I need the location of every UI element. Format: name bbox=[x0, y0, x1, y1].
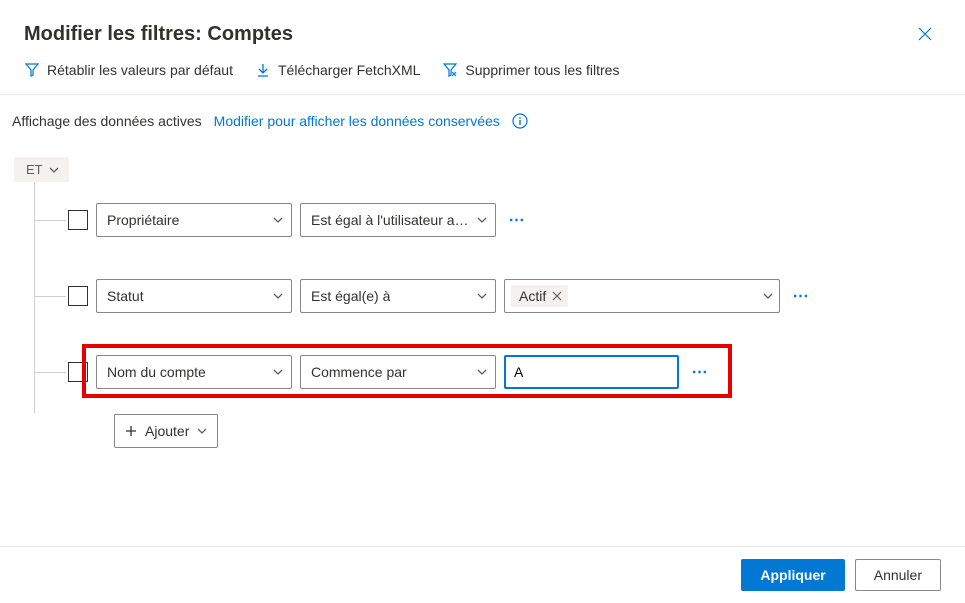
field-value: Nom du compte bbox=[107, 364, 206, 380]
tag-remove-icon[interactable] bbox=[552, 291, 562, 301]
field-dropdown[interactable]: Propriétaire bbox=[96, 203, 292, 237]
chevron-down-icon bbox=[273, 291, 283, 301]
chevron-down-icon bbox=[273, 215, 283, 225]
field-dropdown[interactable]: Statut bbox=[96, 279, 292, 313]
toolbar: Rétablir les valeurs par défaut Téléchar… bbox=[0, 62, 965, 94]
chevron-down-icon bbox=[763, 291, 773, 301]
close-button[interactable] bbox=[909, 18, 941, 50]
filter-clear-icon bbox=[442, 62, 458, 78]
chevron-down-icon bbox=[49, 165, 59, 175]
row-select-checkbox[interactable] bbox=[68, 286, 88, 306]
row-more-actions[interactable]: ⋯ bbox=[504, 207, 530, 233]
switch-retained-data-link[interactable]: Modifier pour afficher les données conse… bbox=[214, 113, 500, 129]
chevron-down-icon bbox=[477, 367, 487, 377]
add-label: Ajouter bbox=[145, 423, 189, 439]
page-title: Modifier les filtres: Comptes bbox=[24, 23, 293, 46]
value-text-input[interactable] bbox=[504, 355, 679, 389]
field-value: Statut bbox=[107, 288, 144, 304]
apply-label: Appliquer bbox=[760, 567, 825, 583]
clear-filters-button[interactable]: Supprimer tous les filtres bbox=[442, 62, 619, 78]
add-condition-button[interactable]: Ajouter bbox=[114, 414, 218, 448]
chevron-down-icon bbox=[273, 367, 283, 377]
plus-icon bbox=[125, 425, 137, 437]
data-mode-bar: Affichage des données actives Modifier p… bbox=[0, 95, 965, 135]
active-data-label: Affichage des données actives bbox=[12, 113, 202, 129]
cancel-button[interactable]: Annuler bbox=[855, 559, 941, 591]
row-select-checkbox[interactable] bbox=[68, 210, 88, 230]
dialog-footer: Appliquer Annuler bbox=[0, 546, 965, 603]
info-icon[interactable] bbox=[512, 113, 528, 129]
download-fetchxml-button[interactable]: Télécharger FetchXML bbox=[255, 62, 420, 78]
filter-row: Nom du compte Commence par ⋯ bbox=[34, 334, 953, 410]
value-tag-input[interactable]: Actif bbox=[504, 279, 780, 313]
operator-value: Est égal(e) à bbox=[311, 288, 390, 304]
reset-label: Rétablir les valeurs par défaut bbox=[47, 62, 233, 78]
tag-label: Actif bbox=[519, 288, 546, 304]
chevron-down-icon bbox=[477, 215, 487, 225]
operator-value: Commence par bbox=[311, 364, 407, 380]
download-label: Télécharger FetchXML bbox=[278, 62, 420, 78]
apply-button[interactable]: Appliquer bbox=[741, 559, 844, 591]
row-more-actions[interactable]: ⋯ bbox=[788, 283, 814, 309]
row-more-actions[interactable]: ⋯ bbox=[687, 359, 713, 385]
operator-value: Est égal à l'utilisateur ac… bbox=[311, 212, 471, 228]
operator-dropdown[interactable]: Commence par bbox=[300, 355, 496, 389]
row-select-checkbox[interactable] bbox=[68, 362, 88, 382]
filter-row: Propriétaire Est égal à l'utilisateur ac… bbox=[34, 182, 953, 258]
reset-filters-button[interactable]: Rétablir les valeurs par défaut bbox=[24, 62, 233, 78]
cancel-label: Annuler bbox=[874, 567, 922, 583]
close-icon bbox=[918, 27, 932, 41]
clear-label: Supprimer tous les filtres bbox=[465, 62, 619, 78]
field-value: Propriétaire bbox=[107, 212, 179, 228]
field-dropdown[interactable]: Nom du compte bbox=[96, 355, 292, 389]
operator-dropdown[interactable]: Est égal à l'utilisateur ac… bbox=[300, 203, 496, 237]
chevron-down-icon bbox=[477, 291, 487, 301]
download-icon bbox=[255, 62, 271, 78]
value-tag: Actif bbox=[511, 285, 568, 307]
chevron-down-icon bbox=[197, 426, 207, 436]
operator-dropdown[interactable]: Est égal(e) à bbox=[300, 279, 496, 313]
group-operator-dropdown[interactable]: ET bbox=[14, 157, 69, 182]
filter-reset-icon bbox=[24, 62, 40, 78]
group-operator-label: ET bbox=[26, 162, 43, 177]
filter-row: Statut Est égal(e) à Actif ⋯ bbox=[34, 258, 953, 334]
